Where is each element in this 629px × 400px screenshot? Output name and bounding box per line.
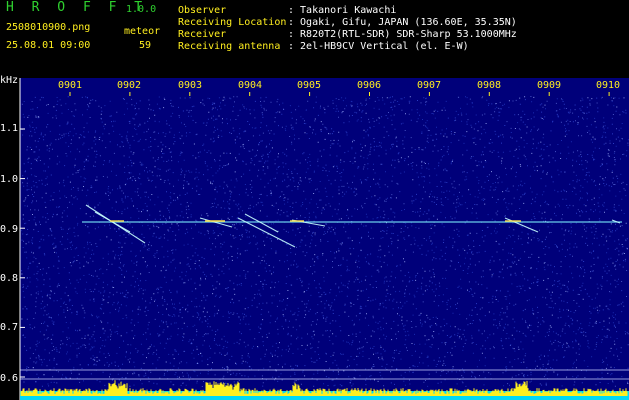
y-tick-label: 1.0 (0, 174, 19, 185)
x-tick-label: 0909 (537, 80, 562, 91)
x-tick-label: 0903 (178, 80, 203, 91)
x-tick-label: 0902 (117, 80, 142, 91)
y-tick-label: 0.7 (0, 322, 19, 333)
x-tick-label: 0905 (297, 80, 322, 91)
x-tick-label: 0908 (477, 80, 502, 91)
x-tick-label: 0904 (238, 80, 263, 91)
x-tick-label: 0906 (357, 80, 382, 91)
y-tick-label: 0.8 (0, 273, 19, 284)
x-tick-label: 0910 (596, 80, 621, 91)
x-tick-label: 0901 (58, 80, 83, 91)
y-tick-label: 0.6 (0, 373, 19, 384)
spectrogram (19, 78, 629, 400)
y-tick-label: 0.9 (0, 224, 19, 235)
y-tick-label: 1.1 (0, 123, 19, 134)
axis-unit: kHz (0, 75, 19, 86)
x-tick-label: 0907 (417, 80, 442, 91)
